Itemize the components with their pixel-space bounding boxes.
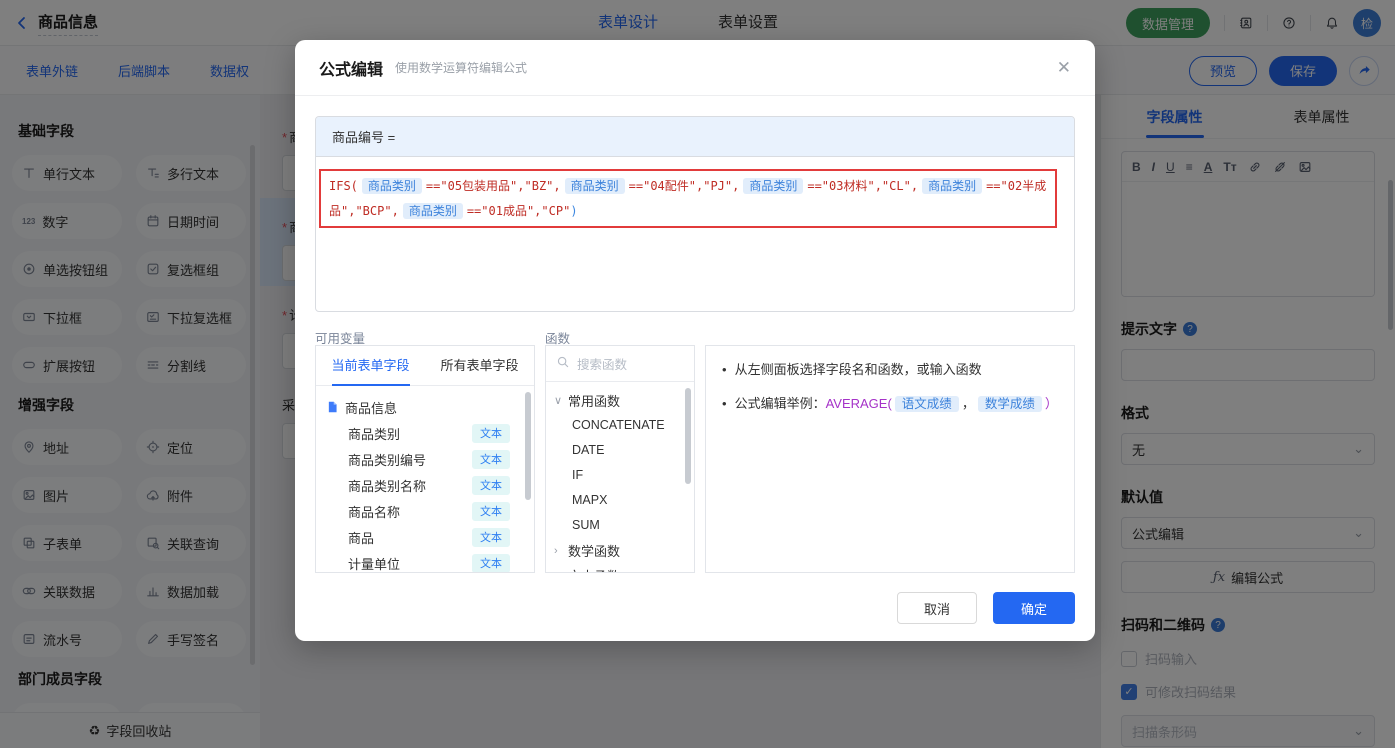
close-icon[interactable]: ✕ — [1057, 58, 1071, 78]
formula-token: ) — [570, 204, 577, 218]
formula-editor-box: 商品编号 = IFS(商品类别=="05包装用品","BZ",商品类别=="04… — [315, 116, 1075, 312]
function-search-input[interactable]: 搜索函数 — [546, 346, 694, 382]
modal-title: 公式编辑 — [319, 56, 383, 80]
cancel-button[interactable]: 取消 — [897, 592, 977, 624]
formula-field-token[interactable]: 商品类别 — [362, 178, 422, 194]
example-field-pill: 语文成绩 — [895, 396, 959, 412]
search-icon — [556, 355, 570, 372]
form-file-icon — [326, 400, 339, 414]
tab-all-form-fields[interactable]: 所有表单字段 — [425, 346, 534, 385]
type-badge: 文本 — [472, 424, 510, 443]
function-group[interactable]: ›文本函数 — [554, 563, 688, 573]
chevron-right-icon: › — [554, 570, 564, 574]
formula-tips-panel: • 从左侧面板选择字段名和函数，或输入函数 • 公式编辑举例：AVERAGE(语… — [705, 345, 1075, 573]
variable-item[interactable]: 商品类别编号文本 — [326, 446, 524, 472]
function-group[interactable]: ›数学函数 — [554, 538, 688, 563]
variables-scrollbar[interactable] — [525, 392, 531, 500]
variable-item[interactable]: 商品类别文本 — [326, 420, 524, 446]
tip-line-1: 从左侧面板选择字段名和函数，或输入函数 — [735, 360, 982, 380]
functions-panel: 搜索函数 ∨常用函数CONCATENATEDATEIFMAPXSUM›数学函数›… — [545, 345, 695, 573]
chevron-down-icon: ∨ — [554, 394, 564, 407]
function-item[interactable]: MAPX — [554, 488, 688, 513]
modal-subtitle: 使用数学运算符编辑公式 — [395, 59, 527, 76]
example-field-pill: 数学成绩 — [978, 396, 1042, 412]
tab-current-form-fields[interactable]: 当前表单字段 — [316, 346, 425, 385]
formula-token: =="01成品","CP" — [467, 204, 570, 218]
function-item[interactable]: IF — [554, 463, 688, 488]
type-badge: 文本 — [472, 450, 510, 469]
chevron-right-icon: › — [554, 545, 564, 557]
variable-item[interactable]: 商品名称文本 — [326, 498, 524, 524]
variable-item[interactable]: 商品文本 — [326, 524, 524, 550]
example-function: AVERAGE( — [826, 396, 892, 411]
function-item[interactable]: CONCATENATE — [554, 413, 688, 438]
function-item[interactable]: DATE — [554, 438, 688, 463]
variables-panel: 当前表单字段 所有表单字段 商品信息商品类别文本商品类别编号文本商品类别名称文本… — [315, 345, 535, 573]
type-badge: 文本 — [472, 528, 510, 547]
formula-token: =="03材料","CL", — [807, 179, 918, 193]
formula-input-area[interactable]: IFS(商品类别=="05包装用品","BZ",商品类别=="04配件","PJ… — [316, 157, 1074, 312]
formula-field-token[interactable]: 商品类别 — [403, 203, 463, 219]
formula-target: 商品编号 = — [316, 117, 1074, 157]
type-badge: 文本 — [472, 502, 510, 521]
formula-editor-modal: 公式编辑 使用数学运算符编辑公式 ✕ 商品编号 = IFS( 商品类别 =="05包… — [295, 40, 1095, 641]
function-item[interactable]: SUM — [554, 513, 688, 538]
formula-field-token[interactable]: 商品类别 — [743, 178, 803, 194]
variable-item[interactable]: 计量单位文本 — [326, 550, 524, 573]
formula-token: =="05包装用品","BZ", — [426, 179, 561, 193]
formula-token: =="04配件","PJ", — [629, 179, 740, 193]
confirm-button[interactable]: 确定 — [993, 592, 1075, 624]
formula-token: IFS( — [329, 179, 358, 193]
functions-scrollbar[interactable] — [685, 388, 691, 484]
formula-field-token[interactable]: 商品类别 — [565, 178, 625, 194]
tip-line-2: 公式编辑举例：AVERAGE(语文成绩，数学成绩） — [735, 394, 1058, 414]
formula-expression[interactable]: IFS(商品类别=="05包装用品","BZ",商品类别=="04配件","PJ… — [319, 169, 1057, 228]
variable-item[interactable]: 商品类别名称文本 — [326, 472, 524, 498]
type-badge: 文本 — [472, 554, 510, 573]
formula-field-token[interactable]: 商品类别 — [922, 178, 982, 194]
variables-root[interactable]: 商品信息 — [326, 394, 524, 420]
app-root: 商品信息 表单设计 表单设置 数据管理 检 表单外链后端脚本数据权 预览 保存 … — [0, 0, 1395, 748]
function-group[interactable]: ∨常用函数 — [554, 388, 688, 413]
type-badge: 文本 — [472, 476, 510, 495]
